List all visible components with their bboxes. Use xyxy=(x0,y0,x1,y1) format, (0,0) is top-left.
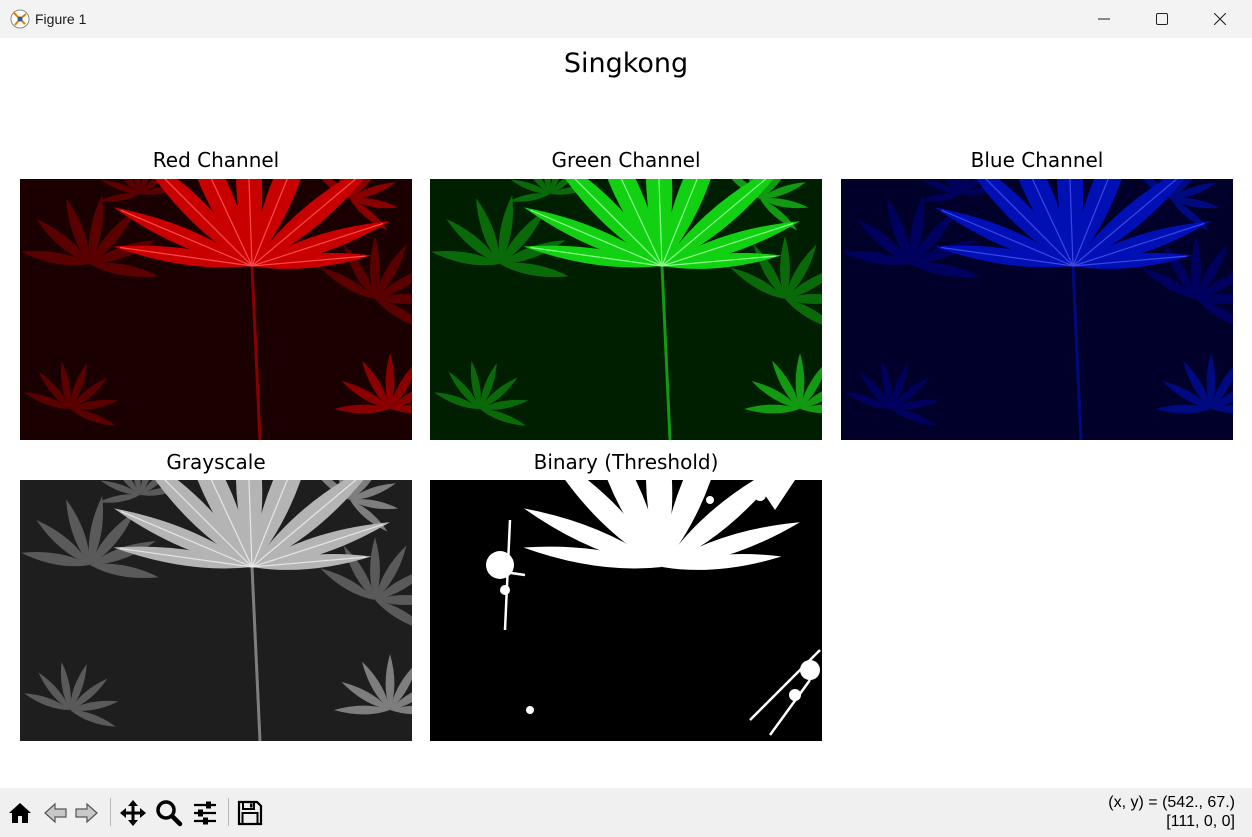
maximize-icon xyxy=(1156,13,1168,25)
binary-threshold-image[interactable] xyxy=(430,480,822,741)
configure-subplots-button[interactable] xyxy=(189,797,221,829)
close-icon xyxy=(1214,13,1226,25)
minimize-button[interactable] xyxy=(1075,0,1133,38)
save-button[interactable] xyxy=(234,797,266,829)
close-button[interactable] xyxy=(1191,0,1249,38)
toolbar-separator xyxy=(110,798,111,826)
configure-subplots-icon xyxy=(194,801,216,825)
toolbar-separator xyxy=(228,798,229,826)
panel-title-red: Red Channel xyxy=(152,148,280,172)
binary-speckle xyxy=(500,585,510,595)
window-titlebar: Figure 1 xyxy=(0,0,1252,38)
maximize-button[interactable] xyxy=(1133,0,1191,38)
home-icon xyxy=(9,803,31,823)
grayscale-image[interactable] xyxy=(20,480,412,741)
panel-title-binary: Binary (Threshold) xyxy=(533,450,719,474)
minimize-icon xyxy=(1098,18,1110,20)
forward-icon xyxy=(75,802,98,824)
zoom-icon xyxy=(156,800,183,827)
binary-speckle xyxy=(526,706,534,714)
panel-title-grayscale: Grayscale xyxy=(166,450,266,474)
green-channel-image[interactable] xyxy=(430,179,822,440)
panel-title-green: Green Channel xyxy=(551,148,701,172)
window-title: Figure 1 xyxy=(35,11,87,27)
cursor-pixel-value: [111, 0, 0] xyxy=(1166,813,1235,830)
matplotlib-logo-icon xyxy=(10,9,30,29)
pan-icon xyxy=(120,800,146,826)
back-button[interactable] xyxy=(39,797,71,829)
binary-speckle xyxy=(800,660,820,680)
home-button[interactable] xyxy=(4,797,36,829)
zoom-button[interactable] xyxy=(153,797,185,829)
pan-button[interactable] xyxy=(117,797,149,829)
cursor-xy-readout: (x, y) = (542., 67.) xyxy=(1108,794,1235,811)
panel-title-blue: Blue Channel xyxy=(970,148,1104,172)
navigation-toolbar: (x, y) = (542., 67.) [111, 0, 0] xyxy=(0,788,1252,837)
binary-speckle xyxy=(706,496,714,504)
cursor-coordinates: (x, y) = (542., 67.) [111, 0, 0] xyxy=(1108,793,1235,831)
back-icon xyxy=(44,802,67,824)
blue-channel-image[interactable] xyxy=(841,179,1233,440)
red-channel-image[interactable] xyxy=(20,179,412,440)
forward-button[interactable] xyxy=(71,797,103,829)
figure-canvas[interactable]: Singkong Red Channel Green Channel Blue … xyxy=(0,38,1252,788)
figure-suptitle: Singkong xyxy=(563,48,689,79)
save-icon xyxy=(237,800,263,826)
binary-speckle xyxy=(486,551,514,579)
